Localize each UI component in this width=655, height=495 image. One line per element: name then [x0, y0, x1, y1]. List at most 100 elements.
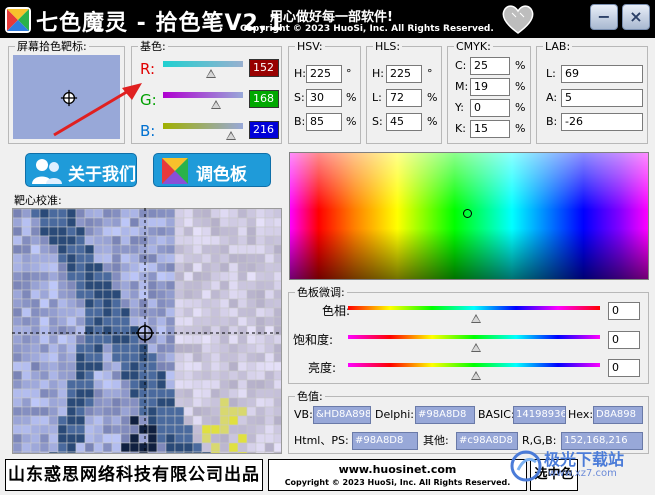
channel-1-track[interactable]	[163, 92, 243, 98]
lab-1-field[interactable]: 5	[561, 89, 643, 107]
zoom-pixel	[156, 361, 167, 372]
fine-tune-2-track[interactable]	[348, 363, 600, 367]
hls-0-field[interactable]: 225	[386, 65, 422, 83]
zoom-pixel	[237, 370, 248, 381]
zoom-pixel	[138, 424, 149, 435]
zoom-pixel	[21, 361, 32, 372]
zoom-pixel	[219, 424, 230, 435]
zoom-pixel	[21, 280, 32, 291]
zoom-pixel	[84, 379, 95, 390]
watermark-text: 极光下载站	[544, 450, 625, 469]
zoom-pixel	[120, 388, 131, 399]
channel-1-value-box[interactable]: 168	[249, 90, 279, 108]
zoom-pixel	[30, 280, 41, 291]
hex-value-field[interactable]: D8A898	[593, 406, 643, 424]
cmyk-3-field[interactable]: 15	[470, 120, 510, 138]
zoom-pixel	[93, 343, 104, 354]
zoom-pixel	[201, 334, 212, 345]
fine-tune-2-field[interactable]: 0	[608, 359, 640, 377]
zoom-pixel	[183, 334, 194, 345]
channel-2-thumb[interactable]	[225, 131, 236, 140]
lab-2-field[interactable]: -26	[561, 113, 643, 131]
zoom-pixel	[165, 262, 176, 273]
zoom-pixel	[201, 379, 212, 390]
zoom-pixel	[21, 352, 32, 363]
other-value-field[interactable]: #c98A8D8	[456, 432, 518, 450]
zoom-pixel	[228, 370, 239, 381]
zoom-pixel	[192, 370, 203, 381]
hls-1-field[interactable]: 72	[386, 89, 422, 107]
title-bar[interactable]: 七色魔灵 - 拾色笔V2.1 用心做好每一部软件! Copyright © 20…	[0, 0, 655, 38]
zoom-pixel	[66, 388, 77, 399]
zoom-pixel	[219, 343, 230, 354]
delphi-label: Delphi:	[375, 408, 415, 421]
channel-0-thumb[interactable]	[205, 69, 216, 78]
zoom-pixel	[13, 343, 23, 354]
zoom-pixel	[246, 406, 257, 417]
zoom-pixel	[156, 343, 167, 354]
basic-value-field[interactable]: 14198936	[513, 406, 566, 424]
cmyk-0-field[interactable]: 25	[470, 57, 510, 75]
zoom-pixel	[246, 217, 257, 228]
hls-2-field[interactable]: 45	[386, 113, 422, 131]
minimize-button[interactable]: −	[590, 4, 618, 30]
zoom-pixel	[273, 235, 281, 246]
zoom-pixel	[111, 424, 122, 435]
zoom-pixel	[111, 298, 122, 309]
channel-0-value-box[interactable]: 152	[249, 59, 279, 77]
fine-tune-1-field[interactable]: 0	[608, 331, 640, 349]
zoom-pixel	[30, 415, 41, 426]
about-us-button[interactable]: 关于我们	[25, 153, 137, 187]
vb-value-field[interactable]: &HD8A898&	[313, 406, 371, 424]
zoom-pixel	[111, 388, 122, 399]
fine-tune-2-thumb[interactable]	[471, 371, 481, 380]
zoom-pixel	[147, 370, 158, 381]
zoom-pixel	[120, 226, 131, 237]
fine-tune-0-track[interactable]	[348, 306, 600, 310]
zoom-pixel	[57, 397, 68, 408]
fine-tune-1-thumb[interactable]	[471, 343, 481, 352]
cmyk-1-field[interactable]: 19	[470, 78, 510, 96]
zoom-pixel	[183, 379, 194, 390]
zoom-pixel	[30, 217, 41, 228]
delphi-value-field[interactable]: #98A8D8	[415, 406, 475, 424]
color-spectrum-picker[interactable]	[289, 152, 649, 280]
zoom-pixel	[93, 271, 104, 282]
zoom-pixel	[273, 217, 281, 228]
cmyk-2-field[interactable]: 0	[470, 99, 510, 117]
zoom-pixel	[264, 388, 275, 399]
fine-tune-1-track[interactable]	[348, 335, 600, 339]
zoom-pixel	[21, 217, 32, 228]
channel-0-track[interactable]	[163, 61, 243, 67]
zoom-pixel	[39, 334, 50, 345]
zoom-pixel	[84, 271, 95, 282]
zoom-pixel	[48, 325, 59, 336]
lab-0-field[interactable]: 69	[561, 65, 643, 83]
zoom-pixel	[201, 451, 212, 453]
channel-2-track[interactable]	[163, 123, 243, 129]
zoom-pixel	[13, 388, 23, 399]
zoom-pixel	[210, 209, 221, 219]
zoom-pixel	[192, 388, 203, 399]
close-button[interactable]: ×	[622, 4, 650, 30]
html-ps-value-field[interactable]: #98A8D8	[352, 432, 418, 450]
hsv-1-field[interactable]: 30	[306, 89, 342, 107]
palette-button[interactable]: 调色板	[153, 153, 271, 187]
hsv-2-field[interactable]: 85	[306, 113, 342, 131]
website-url[interactable]: www.huosinet.com	[269, 462, 526, 477]
zoom-pixel	[273, 253, 281, 264]
hsv-0-field[interactable]: 225	[306, 65, 342, 83]
zoom-pixel	[264, 406, 275, 417]
zoom-pixel	[264, 316, 275, 327]
zoom-pixel	[111, 370, 122, 381]
fine-tune-0-thumb[interactable]	[471, 314, 481, 323]
zoom-pixel	[93, 262, 104, 273]
fine-tune-0-field[interactable]: 0	[608, 302, 640, 320]
zoom-pixel	[66, 433, 77, 444]
channel-1-thumb[interactable]	[210, 100, 221, 109]
zoom-pixel	[57, 217, 68, 228]
zoom-view[interactable]	[12, 208, 282, 454]
zoom-pixel	[48, 262, 59, 273]
website-credit[interactable]: www.huosinet.com Copyright © 2023 HuoSi,…	[268, 459, 527, 491]
channel-2-value-box[interactable]: 216	[249, 121, 279, 139]
